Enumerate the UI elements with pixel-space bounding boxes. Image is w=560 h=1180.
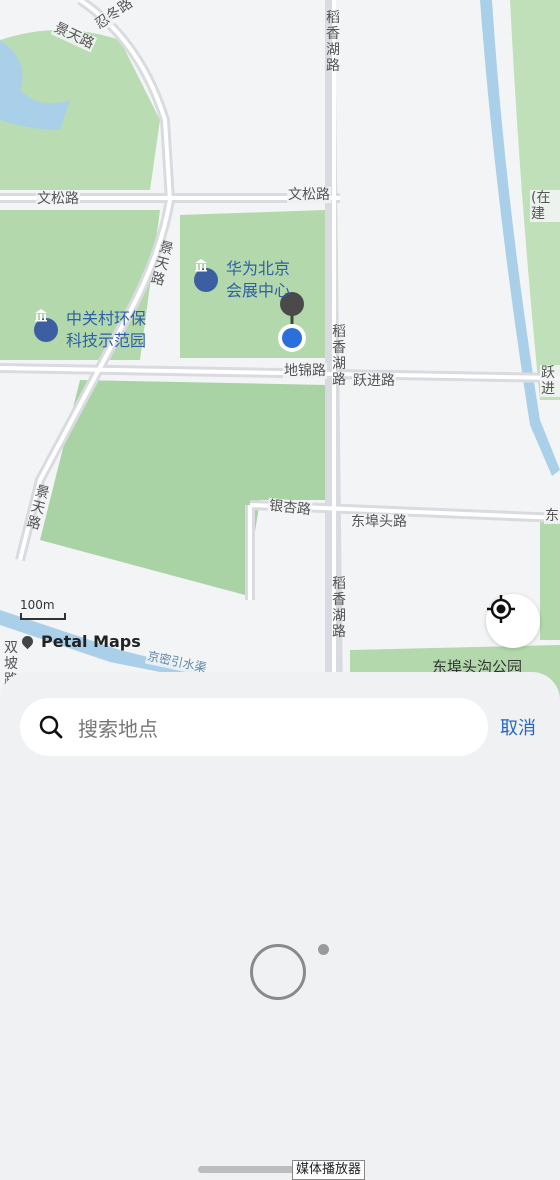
loading-spinner-dot [318, 944, 329, 955]
road-label-yuejin: 跃进路 [352, 373, 396, 389]
poi-expo-center[interactable]: 华为北京 会展中心 [194, 258, 290, 302]
road-label-wensong-left: 文松路 [36, 191, 80, 207]
search-icon [38, 714, 64, 740]
road-label-daoxiang-mid: 稻香湖路 [332, 324, 346, 388]
poi-zgc-line1: 中关村环保 [66, 309, 147, 328]
cancel-button[interactable]: 取消 [500, 714, 536, 740]
crosshair-locate-icon [487, 595, 515, 623]
loading-spinner [250, 944, 306, 1000]
poi-zgc-park[interactable]: 中关村环保 科技示范园 [34, 308, 146, 352]
map-view[interactable]: 忍冬路 景天路 文松路 文松路 稻香湖路 稻香湖路 稻香湖路 景天路 景天路 地… [0, 0, 560, 700]
poi-expo-line1: 华为北京 [226, 259, 291, 278]
poi-zgc-line2: 科技示范园 [66, 331, 147, 350]
road-label-dongbutou: 东埠头路 [350, 514, 408, 530]
scale-label: 100m [20, 598, 55, 612]
brand-label: Petal Maps [41, 632, 141, 651]
road-label-yuejin-right: 跃进 [540, 365, 560, 397]
search-input[interactable]: 搜索地点 [20, 698, 488, 756]
poi-expo-line2: 会展中心 [226, 281, 291, 300]
scale-bar [20, 613, 66, 620]
road-label-under-construction: (在建 [530, 190, 560, 222]
road-label-wensong-right: 文松路 [287, 187, 331, 203]
building-icon [194, 259, 218, 292]
locate-button[interactable] [486, 594, 540, 648]
road-label-daoxiang-bottom: 稻香湖路 [332, 576, 346, 640]
building-icon [34, 309, 58, 342]
road-label-daoxiang-top: 稻香湖路 [326, 10, 340, 74]
media-player-tooltip: 媒体播放器 [292, 1160, 366, 1180]
map-scale: 100m [20, 598, 66, 620]
road-label-dongbutou-right: 东 [544, 508, 560, 524]
petal-pin-icon [19, 633, 36, 650]
road-label-dijin: 地锦路 [283, 363, 327, 379]
search-sheet: 搜索地点 取消 媒体播放器 [0, 672, 560, 1180]
search-placeholder: 搜索地点 [78, 716, 158, 741]
petal-maps-logo: Petal Maps [19, 632, 141, 651]
